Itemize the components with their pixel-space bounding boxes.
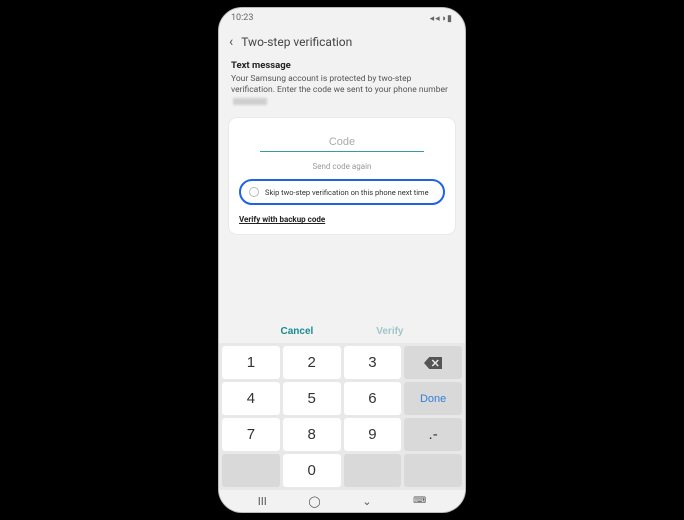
page-title: Two-step verification bbox=[241, 35, 352, 49]
recents-icon[interactable]: III bbox=[258, 495, 267, 508]
android-navbar: III ◯ ⌄ ⌨ bbox=[219, 490, 465, 512]
done-key[interactable]: Done bbox=[404, 382, 462, 415]
backspace-key[interactable] bbox=[404, 346, 462, 379]
section-title: Text message bbox=[231, 60, 453, 71]
home-icon[interactable]: ◯ bbox=[308, 495, 320, 508]
key-2[interactable]: 2 bbox=[283, 346, 341, 379]
key-4[interactable]: 4 bbox=[222, 382, 280, 415]
clock: 10:23 bbox=[231, 13, 253, 23]
key-9[interactable]: 9 bbox=[344, 418, 402, 451]
code-input[interactable] bbox=[260, 133, 425, 152]
verify-button[interactable]: Verify bbox=[376, 326, 403, 337]
cancel-button[interactable]: Cancel bbox=[280, 326, 313, 337]
back-nav-icon[interactable]: ⌄ bbox=[362, 495, 371, 508]
code-input-wrap bbox=[239, 126, 445, 152]
send-code-again-link[interactable]: Send code again bbox=[239, 162, 445, 171]
empty-key-corner bbox=[404, 454, 462, 487]
key-6[interactable]: 6 bbox=[344, 382, 402, 415]
section-description: Your Samsung account is protected by two… bbox=[231, 74, 453, 108]
spacer bbox=[219, 234, 465, 314]
back-icon[interactable]: ‹ bbox=[229, 34, 233, 50]
redacted-phone-number bbox=[233, 98, 267, 105]
key-7[interactable]: 7 bbox=[222, 418, 280, 451]
empty-key-left bbox=[222, 454, 280, 487]
skip-verification-option[interactable]: Skip two-step verification on this phone… bbox=[239, 179, 445, 205]
key-1[interactable]: 1 bbox=[222, 346, 280, 379]
instruction-block: Text message Your Samsung account is pro… bbox=[219, 60, 465, 112]
numeric-keypad: 1 2 3 4 5 6 Done 7 8 9 .- 0 bbox=[219, 343, 465, 490]
key-3[interactable]: 3 bbox=[344, 346, 402, 379]
app-header: ‹ Two-step verification bbox=[219, 28, 465, 60]
action-row: Cancel Verify bbox=[219, 314, 465, 343]
verification-card: Send code again Skip two-step verificati… bbox=[229, 118, 455, 234]
empty-key-right bbox=[344, 454, 402, 487]
skip-verification-label: Skip two-step verification on this phone… bbox=[265, 188, 429, 197]
verify-backup-link[interactable]: Verify with backup code bbox=[239, 215, 445, 224]
symbol-key[interactable]: .- bbox=[404, 418, 462, 451]
status-bar: 10:23 ◂◂◑▮ bbox=[219, 8, 465, 28]
key-5[interactable]: 5 bbox=[283, 382, 341, 415]
radio-unchecked-icon[interactable] bbox=[249, 187, 259, 197]
status-icons: ◂◂◑▮ bbox=[430, 13, 453, 24]
key-0[interactable]: 0 bbox=[283, 454, 341, 487]
phone-frame: 10:23 ◂◂◑▮ ‹ Two-step verification Text … bbox=[218, 7, 466, 513]
backspace-icon bbox=[424, 357, 442, 369]
key-8[interactable]: 8 bbox=[283, 418, 341, 451]
ime-icon[interactable]: ⌨ bbox=[413, 496, 426, 506]
